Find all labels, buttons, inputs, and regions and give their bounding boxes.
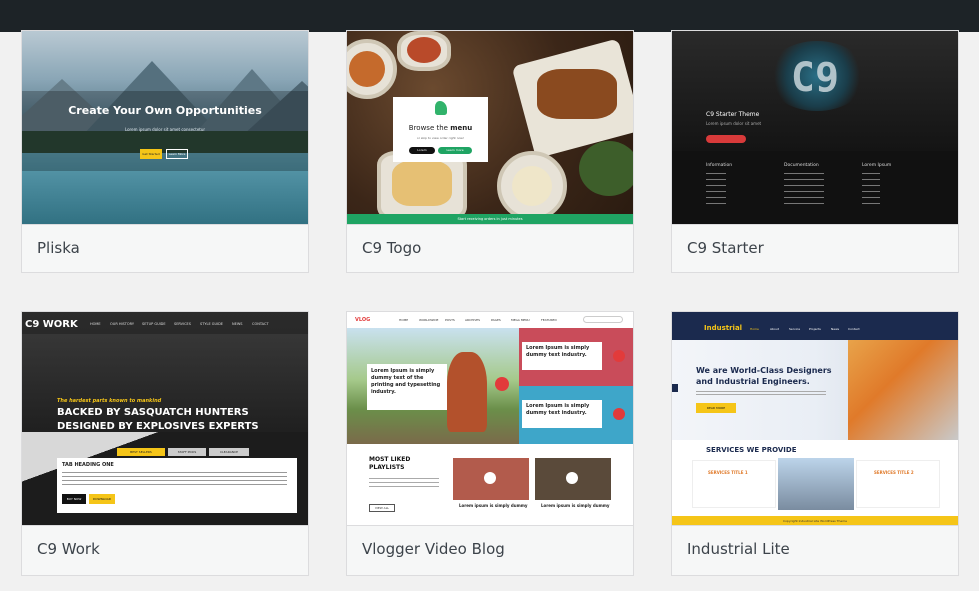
preview-logo: VLOG: [355, 317, 371, 323]
preview-footer-bar: Start receiving orders in just minutes: [347, 214, 633, 224]
col-heading-3: Lorem Ipsum: [862, 163, 892, 168]
theme-screenshot: C9 WORK HOME OUR HISTORY SETUP GUIDE SER…: [22, 312, 308, 526]
preview-tab-3: CLEARANCE: [209, 448, 249, 456]
preview-nav-1: HOME: [90, 322, 101, 326]
theme-card-c9-work[interactable]: C9 WORK HOME OUR HISTORY SETUP GUIDE SER…: [21, 311, 309, 576]
preview-tab-1: BEST SELLERS: [117, 448, 165, 456]
dinosaur-icon: [435, 101, 447, 115]
preview-nav-4: ARCHIVES: [465, 318, 481, 322]
preview-nav-2: About: [770, 327, 779, 331]
preview-headline-1: We are World-Class Designers: [696, 366, 832, 375]
preview-nav-3: Service: [789, 327, 801, 331]
preview-nav-3: SETUP GUIDE: [142, 322, 166, 326]
preview-nav-5: PAGES: [491, 318, 501, 322]
preview-primary-button: Get Started: [140, 149, 162, 159]
play-icon: [613, 408, 625, 420]
col-heading-2: Documentation: [784, 163, 819, 168]
play-icon: [495, 377, 509, 391]
preview-title: C9 Starter Theme: [706, 111, 760, 118]
preview-nav-2: OUR HISTORY: [110, 322, 134, 326]
preview-nav-1: Home: [750, 327, 759, 331]
preview-nav-6: Contact: [848, 327, 860, 331]
theme-screenshot: Industrial Home About Service Projects N…: [672, 312, 958, 526]
preview-nav-6: MEGA MENU: [511, 318, 530, 322]
card-text-1: Lorem Ipsum is simply dummy text industr…: [526, 345, 590, 358]
preview-tab-2: STAFF PICKS: [168, 448, 206, 456]
theme-card-c9-starter[interactable]: C9 C9 Starter Theme Lorem ipsum dolor si…: [671, 30, 959, 273]
preview-subline: Lorem ipsum dolor sit amet consectetur: [124, 127, 206, 132]
preview-nav-5: News: [831, 327, 840, 331]
service-title-1: SERVICES TITLE 1: [708, 470, 748, 475]
hero-text: Lorem Ipsum is simply dummy text of the …: [371, 368, 441, 395]
preview-nav-7: FEATURED: [541, 318, 557, 322]
play-icon: [566, 472, 578, 484]
modal-sub: or skip to view order right now!: [416, 136, 465, 140]
preview-nav-2: WORLDWIDE: [419, 318, 439, 322]
card-text-2: Lorem Ipsum is simply dummy text industr…: [526, 403, 590, 416]
theme-card-c9-togo[interactable]: Browse the menu or skip to view order ri…: [346, 30, 634, 273]
preview-nav-7: CONTACT: [252, 322, 269, 326]
preview-btn-a: BUY NOW: [62, 494, 86, 504]
preview-nav-4: SERVICES: [174, 322, 191, 326]
preview-section-title: SERVICES WE PROVIDE: [706, 446, 797, 454]
modal-title-a: Browse the: [408, 124, 448, 132]
theme-card-industrial-lite[interactable]: Industrial Home About Service Projects N…: [671, 311, 959, 576]
preview-nav-4: Projects: [809, 327, 821, 331]
preview-logo: C9 WORK: [25, 319, 78, 330]
play-icon: [484, 472, 496, 484]
service-title-2: SERVICES TITLE 2: [874, 470, 914, 475]
theme-name: Pliska: [22, 224, 308, 272]
theme-name: Vlogger Video Blog: [347, 525, 633, 575]
preview-tagline: The hardest parts known to mankind: [57, 398, 162, 404]
caption-2: Lorem ipsum is simply dummy: [541, 503, 610, 508]
theme-screenshot: C9 C9 Starter Theme Lorem ipsum dolor si…: [672, 31, 958, 224]
view-all-button: VIEW ALL: [369, 504, 395, 512]
modal-button-a: Lorem: [409, 147, 435, 154]
theme-card-vlogger-video-blog[interactable]: VLOG HOME WORLDWIDE POSTS ARCHIVES PAGES…: [346, 311, 634, 576]
preview-sub: Lorem ipsum dolor sit amet: [706, 121, 762, 126]
theme-name: Industrial Lite: [672, 525, 958, 575]
preview-read-more: READ MORE: [696, 403, 736, 413]
preview-logo: C9: [790, 55, 840, 101]
modal-title-b: menu: [450, 124, 473, 132]
preview-logo: Industrial: [704, 324, 743, 332]
modal-button-b: Learn more: [438, 147, 472, 154]
preview-headline: Create Your Own Opportunities: [68, 104, 262, 117]
preview-nav-5: STYLE GUIDE: [200, 322, 223, 326]
theme-screenshot: VLOG HOME WORLDWIDE POSTS ARCHIVES PAGES…: [347, 312, 633, 526]
preview-secondary-button: Learn More: [166, 149, 188, 159]
preview-headline-2: and Industrial Engineers.: [696, 377, 810, 386]
preview-btn-b: DOWNLOAD: [89, 494, 115, 504]
theme-card-pliska[interactable]: Create Your Own Opportunities Lorem ipsu…: [21, 30, 309, 273]
section-title: MOST LIKED PLAYLISTS: [369, 456, 411, 471]
theme-name: C9 Starter: [672, 224, 958, 272]
play-icon: [613, 350, 625, 362]
admin-topbar: [0, 0, 979, 32]
preview-headline-1: BACKED BY SASQUATCH HUNTERS: [57, 407, 249, 418]
caption-1: Lorem ipsum is simply dummy: [459, 503, 528, 508]
preview-headline-2: DESIGNED BY EXPLOSIVES EXPERTS: [57, 421, 259, 432]
theme-screenshot: Browse the menu or skip to view order ri…: [347, 31, 633, 224]
theme-name: C9 Togo: [347, 224, 633, 272]
preview-nav-6: NEWS: [232, 322, 243, 326]
preview-nav-1: HOME: [399, 318, 409, 322]
preview-nav-3: POSTS: [445, 318, 455, 322]
theme-name: C9 Work: [22, 525, 308, 575]
preview-tab-heading: TAB HEADING ONE: [62, 462, 114, 468]
col-heading-1: Information: [706, 163, 733, 168]
theme-screenshot: Create Your Own Opportunities Lorem ipsu…: [22, 31, 308, 224]
